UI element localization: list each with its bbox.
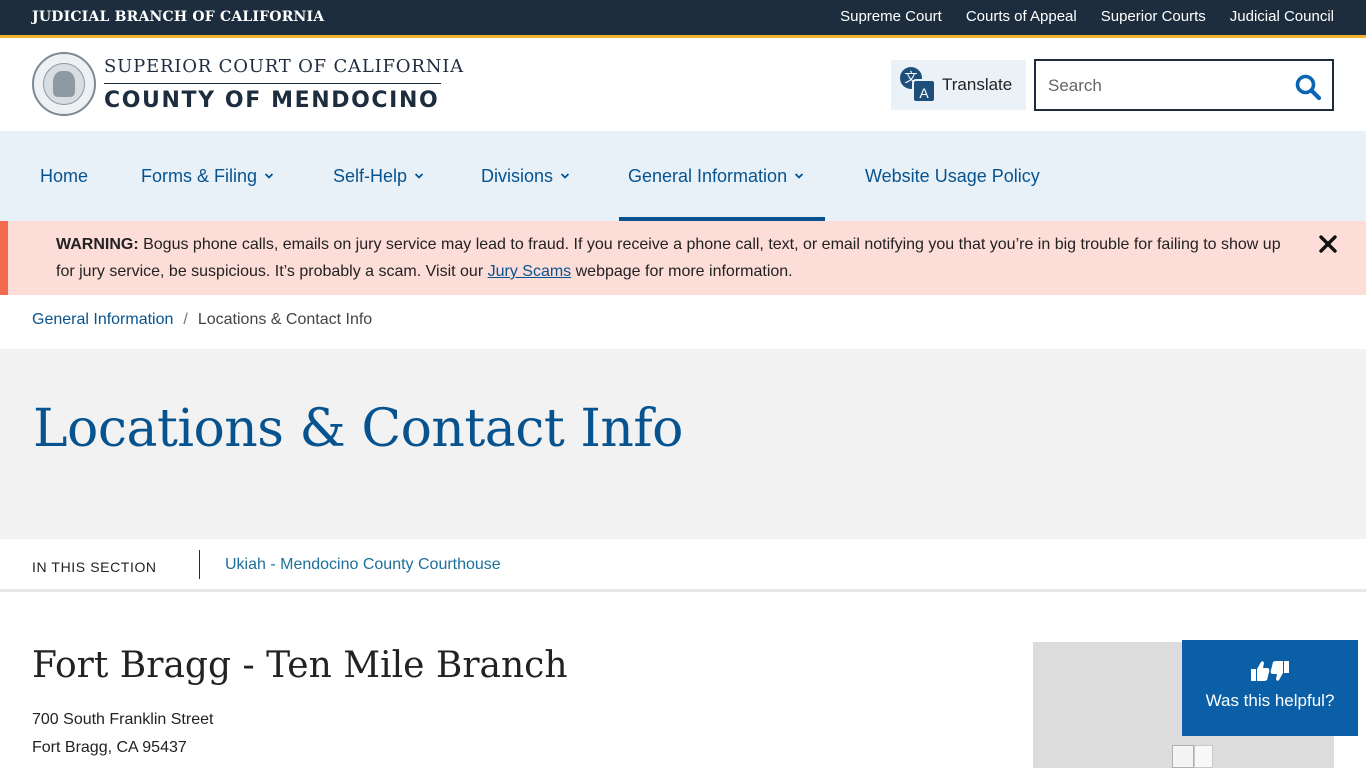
seal-figure	[53, 71, 75, 97]
breadcrumb-current: Locations & Contact Info	[197, 311, 373, 328]
in-this-section-nav: IN THIS SECTION Ukiah - Mendocino County…	[0, 539, 1366, 592]
nav-item-label: Home	[40, 165, 89, 186]
translate-glyph-target: A	[912, 79, 936, 103]
nav-item-label: Self-Help	[333, 165, 408, 186]
nav-item-self-help[interactable]: Self-Help	[333, 131, 424, 221]
alert-stripe	[0, 221, 8, 295]
warning-alert: WARNING: Bogus phone calls, emails on ju…	[0, 221, 1366, 295]
chevron-down-icon	[264, 173, 274, 179]
location-title: Fort Bragg - Ten Mile Branch	[32, 645, 568, 686]
section-link-ukiah-courthouse[interactable]: Ukiah - Mendocino County Courthouse	[225, 556, 501, 574]
section-divider	[199, 550, 200, 579]
utility-link-judicial-council[interactable]: Judicial Council	[1230, 8, 1334, 25]
in-this-section-label: IN THIS SECTION	[32, 559, 157, 575]
breadcrumb-parent-link[interactable]: General Information	[32, 311, 173, 328]
search-box	[1034, 59, 1334, 111]
nav-item-forms-filing[interactable]: Forms & Filing	[141, 131, 274, 221]
address-line-1: 700 South Franklin Street	[32, 711, 214, 728]
chevron-down-icon	[560, 173, 570, 179]
main-nav: Home Forms & Filing Self-Help Divisions …	[0, 131, 1366, 221]
logo-title-line-2[interactable]: COUNTY OF MENDOCINO	[104, 88, 439, 113]
utility-gold-rule	[0, 35, 1366, 38]
search-input[interactable]	[1048, 73, 1288, 99]
broken-image-icon	[1172, 745, 1194, 768]
nav-item-label: Divisions	[481, 165, 554, 186]
nav-item-website-usage-policy[interactable]: Website Usage Policy	[865, 131, 1040, 221]
page-hero: Locations & Contact Info	[0, 349, 1366, 539]
utility-link-superior-courts[interactable]: Superior Courts	[1101, 8, 1206, 25]
thumbs-up-down-icon	[1251, 661, 1289, 681]
broken-image-placeholder	[1194, 745, 1213, 768]
chevron-down-icon	[794, 173, 804, 179]
alert-label: WARNING:	[56, 236, 139, 253]
page-title: Locations & Contact Info	[33, 399, 683, 459]
nav-item-label: Website Usage Policy	[865, 165, 1040, 186]
address-line-2: Fort Bragg, CA 95437	[32, 739, 187, 756]
logo-rule	[104, 83, 441, 84]
utility-links: Supreme Court Courts of Appeal Superior …	[840, 8, 1334, 25]
translate-label: Translate	[942, 75, 1013, 94]
alert-message: WARNING: Bogus phone calls, emails on ju…	[56, 231, 1286, 285]
nav-item-home[interactable]: Home	[40, 131, 88, 221]
breadcrumb-separator: /	[183, 311, 188, 328]
translate-button[interactable]: 文 A Translate	[891, 60, 1026, 110]
judicial-branch-title: JUDICIAL BRANCH OF CALIFORNIA	[32, 9, 325, 25]
jury-scams-link[interactable]: Jury Scams	[488, 263, 572, 280]
utility-bar: JUDICIAL BRANCH OF CALIFORNIA Supreme Co…	[0, 0, 1366, 35]
utility-link-courts-of-appeal[interactable]: Courts of Appeal	[966, 8, 1077, 25]
court-seal-icon[interactable]	[32, 52, 96, 116]
chevron-down-icon	[414, 173, 424, 179]
search-icon[interactable]	[1294, 73, 1322, 101]
logo-title-line-1[interactable]: SUPERIOR COURT OF CALIFORNIA	[104, 56, 464, 77]
nav-item-divisions[interactable]: Divisions	[481, 131, 570, 221]
nav-item-label: Forms & Filing	[141, 165, 258, 186]
breadcrumb: General Information / Locations & Contact …	[32, 311, 372, 329]
close-icon[interactable]	[1316, 232, 1340, 256]
was-this-helpful-label: Was this helpful?	[1205, 691, 1335, 710]
utility-link-supreme-court[interactable]: Supreme Court	[840, 8, 942, 25]
was-this-helpful-button[interactable]: Was this helpful?	[1182, 640, 1358, 736]
translate-icon: 文 A	[900, 67, 936, 103]
nav-item-general-information[interactable]: General Information	[628, 131, 804, 221]
nav-item-label: General Information	[628, 165, 788, 186]
alert-text-after-link: webpage for more information.	[571, 263, 793, 280]
